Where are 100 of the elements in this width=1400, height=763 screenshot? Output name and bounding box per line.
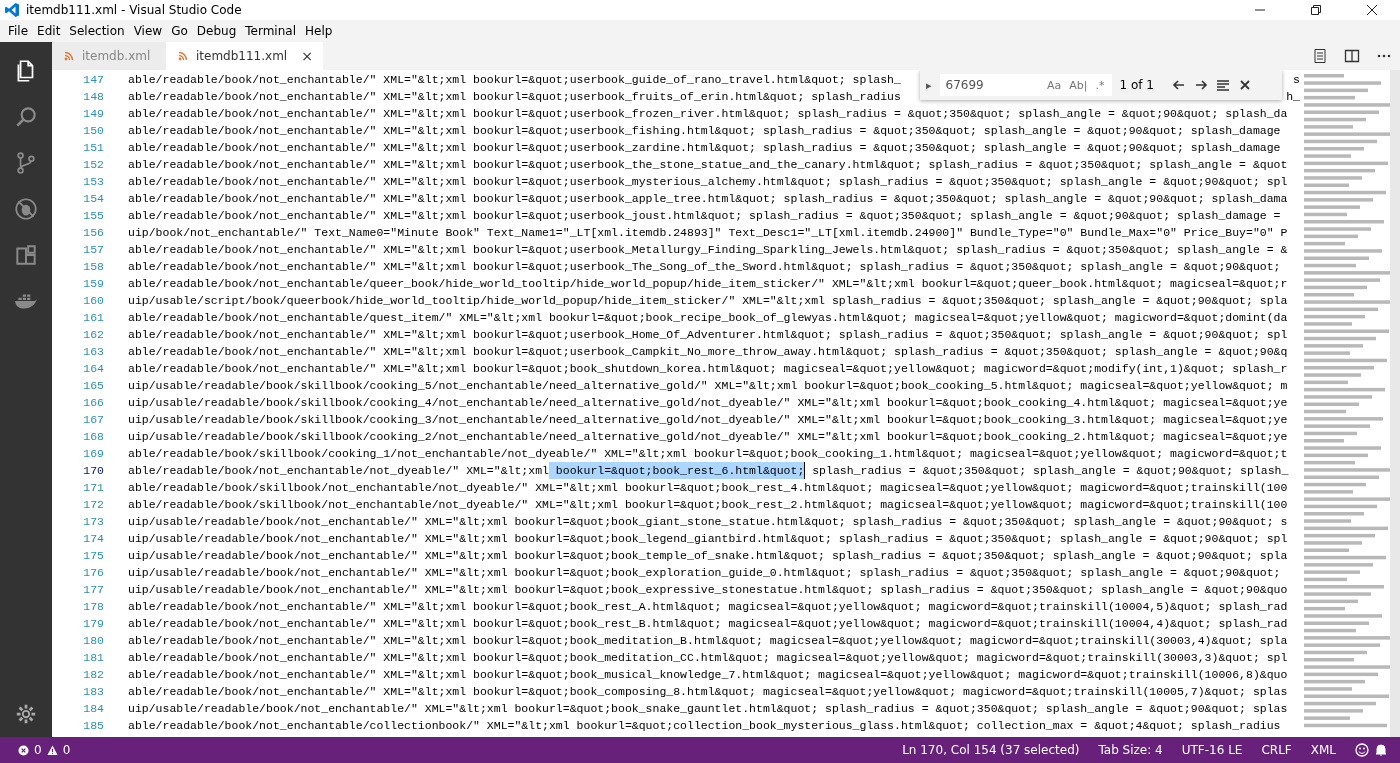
code-text: able/readable/book/not_enchantable/" XML="&lt;xml bookurl=&quot;userbook_The_Song_of_the_Sword.html&quot; splash_radius = &quot;350&quot; splash_angle = &quot;90&quot; — [128, 259, 1281, 275]
menu-item[interactable]: Edit — [37, 24, 61, 38]
rss-icon — [64, 51, 74, 61]
line-number: 165 — [82, 378, 104, 394]
line-number: 151 — [82, 140, 104, 156]
vscode-logo-icon — [4, 2, 20, 18]
line-number: 168 — [82, 429, 104, 445]
code-text: uip/usable/readable/book/skillbook/cooking_3/not_enchantable/need_alternative_gold/not_dyeable/" XML="&lt;xml bookurl=&quot;book_cooking_3.html&quot; magicseal=&quot;ye — [128, 412, 1288, 428]
regex-toggle[interactable]: .* — [1094, 78, 1106, 92]
close-tab-button[interactable]: × — [301, 48, 313, 64]
code-text: uip/usable/readable/book/not_enchantable/" XML="&lt;xml bookurl=&quot;book_snake_gauntlet.html&quot; splash_radius = &quot;350&quot; splash_angle = &quot;90&quot; splas — [128, 701, 1288, 717]
line-number: 170 — [82, 463, 104, 479]
code-text: splash_radius = &quot;350&quot; splash_angle = &quot;90&quot; splash_ — [811, 463, 1289, 479]
code-text: able/readable/book/not_enchantable/" XML="&lt;xml bookurl=&quot;book_meditation_B.html&quot; magicseal=&quot;yellow&quot; magicword=&quot;trainskill(30003,4)&quot; spla — [128, 633, 1288, 649]
code-text: able/readable/book/skillbook/cooking_1/not_enchantable/not_dyeable/" XML="&lt;xml bookurl=&quot;book_cooking_1.html&quot; magicseal=&quot;yellow&quot; magicword=&quot;t — [128, 446, 1288, 462]
editor-tab[interactable]: itemdb111.xml × — [166, 42, 323, 70]
match-count: 1 of 1 — [1119, 78, 1154, 92]
close-icon[interactable] — [1367, 5, 1377, 15]
code-text: uip/usable/readable/book/not_enchantable/" XML="&lt;xml bookurl=&quot;book_exploration_guide_0.html&quot; splash_radius = &quot;350&quot; splash_angle = &quot;90&quot; — [128, 565, 1281, 581]
code-text: able/readable/book/not_enchantable/not_dyeable/" XML="&lt;xml — [128, 463, 549, 479]
selected-text: bookurl=&quot;book_rest_6.html&quot; — [548, 462, 805, 479]
line-number: 176 — [82, 565, 104, 581]
expand-caret-icon[interactable]: ▸ — [926, 78, 932, 92]
menu-item[interactable]: File — [8, 24, 29, 38]
code-text: able/readable/book/not_enchantable/" XML="&lt;xml bookurl=&quot;userbook_Campkit_No_more_throw_away.html&quot; splash_radius = &quot;350&quot; splash_angle = &quot;90&q — [128, 344, 1288, 360]
code-text: able/readable/book/not_enchantable/collectionbook/" XML="&lt;xml bookurl=&quot;collection_book_mysterious_glass.html&quot; collection_max = &quot;4&quot; splash_radius — [128, 718, 1281, 734]
find-field[interactable]: 67699 Aa Ab| .* — [939, 74, 1112, 96]
code-text: uip/usable/readable/book/not_enchantable/" XML="&lt;xml bookurl=&quot;book_legend_giantbird.html&quot; splash_radius = &quot;350&quot; splash_angle = &quot;90&quot; spl — [128, 531, 1288, 547]
smiley-icon[interactable] — [1355, 743, 1369, 757]
code-text: able/readable/book/not_enchantable/" XML="&lt;xml bookurl=&quot;book_rest_A.html&quot; magicseal=&quot;yellow&quot; magicword=&quot;trainskill(10004,5)&quot; splash_rad — [128, 599, 1288, 615]
line-number: 163 — [82, 344, 104, 360]
line-ending[interactable]: CRLF — [1261, 743, 1292, 757]
split-editor-icon[interactable] — [1344, 48, 1360, 64]
line-number: 167 — [82, 412, 104, 428]
line-number: 148 — [82, 89, 104, 105]
line-number: 171 — [82, 480, 104, 496]
line-number: 185 — [82, 718, 104, 734]
code-text: uip/usable/readable/book/skillbook/cooking_5/not_enchantable/need_alternative_gold/" XML="&lt;xml bookurl=&quot;book_cooking_5.html&quot; magicseal=&quot;yellow&quot; m — [128, 378, 1288, 394]
error-icon[interactable] — [18, 744, 29, 756]
whole-word-toggle[interactable]: Ab| — [1068, 78, 1089, 92]
line-number: 153 — [82, 174, 104, 190]
line-number: 158 — [82, 259, 104, 275]
line-number: 183 — [82, 684, 104, 700]
code-text: uip/usable/readable/book/skillbook/cooking_2/not_enchantable/need_alternative_gold/not_dyeable/" XML="&lt;xml bookurl=&quot;book_cooking_2.html&quot; magicseal=&quot;ye — [128, 429, 1288, 445]
line-number: 178 — [82, 599, 104, 615]
code-text: able/readable/book/not_enchantable/" XML="&lt;xml bookurl=&quot;userbook_frozen_river.html&quot; splash_radius = &quot;350&quot; splash_angle = &quot;90&quot; splash_da — [128, 106, 1288, 122]
menu-item[interactable]: Debug — [196, 24, 237, 38]
bell-icon[interactable] — [1374, 743, 1388, 757]
code-text: able/readable/book/not_enchantable/" XML="&lt;xml bookurl=&quot;userbook_zardine.html&quot; splash_radius = &quot;350&quot; splash_angle = &quot;90&quot; splash_damage — [128, 140, 1281, 156]
line-number: 164 — [82, 361, 104, 377]
cursor-position[interactable]: Ln 170, Col 154 (37 selected) — [902, 743, 1080, 757]
menu-item[interactable]: Go — [171, 24, 188, 38]
code-text: s — [1293, 72, 1300, 88]
find-in-selection-icon[interactable] — [1216, 78, 1230, 92]
code-text: able/readable/book/skillbook/not_enchantable/not_dyeable/" XML="&lt;xml bookurl=&quot;book_rest_4.html&quot; magicseal=&quot;yellow&quot; magicword=&quot;trainskill(100 — [128, 480, 1288, 496]
line-number: 150 — [82, 123, 104, 139]
line-number: 149 — [82, 106, 104, 122]
line-number: 166 — [82, 395, 104, 411]
tab-size[interactable]: Tab Size: 4 — [1098, 743, 1163, 757]
line-number: 161 — [82, 310, 104, 326]
line-number: 147 — [82, 72, 104, 88]
match-case-toggle[interactable]: Aa — [1046, 78, 1063, 92]
next-match-icon[interactable] — [1194, 78, 1208, 92]
line-number: 172 — [82, 497, 104, 513]
code-text: able/readable/book/not_enchantable/" XML="&lt;xml bookurl=&quot;userbook_fruits_of_erin.html&quot; splash_radius — [128, 89, 901, 105]
menu-item[interactable]: Help — [304, 24, 333, 38]
code-text: able/readable/book/not_enchantable/" XML="&lt;xml bookurl=&quot;userbook_Metallurgy_Finding_Sparkling_Jewels.html&quot; splash_radius = &quot;350&quot; splash_angle = & — [128, 242, 1288, 258]
menu-item[interactable]: Selection — [69, 24, 125, 38]
menu-item[interactable]: View — [133, 24, 163, 38]
close-icon[interactable] — [1238, 78, 1252, 92]
code-text: able/readable/book/not_enchantable/" XML="&lt;xml bookurl=&quot;userbook_Home_Of_Adventurer.html&quot; splash_radius = &quot;350&quot; splash_angle = &quot;90&quot; spl — [128, 327, 1288, 343]
code-text: able/readable/book/not_enchantable/" XML="&lt;xml bookurl=&quot;userbook_joust.html&quot; splash_radius = &quot;350&quot; splash_angle = &quot;90&quot; splash_damage = — [128, 208, 1281, 224]
code-text: able/readable/book/not_enchantable/" XML="&lt;xml bookurl=&quot;userbook_fishing.html&quot; splash_radius = &quot;350&quot; splash_angle = &quot;90&quot; splash_damage — [128, 123, 1281, 139]
rss-icon — [178, 51, 188, 61]
language-mode[interactable]: XML — [1310, 743, 1336, 757]
settings-icon[interactable] — [15, 703, 37, 725]
line-number: 155 — [82, 208, 104, 224]
line-number: 179 — [82, 616, 104, 632]
code-text: uip/usable/readable/book/not_enchantable/" XML="&lt;xml bookurl=&quot;book_expressive_stonestatue.html&quot; splash_radius = &quot;350&quot; splash_angle = &quot;90&quo — [128, 582, 1288, 598]
code-text: able/readable/book/not_enchantable/" XML="&lt;xml bookurl=&quot;userbook_guide_of_rano_travel.html&quot; splash_ — [128, 72, 901, 88]
code-text: able/readable/book/not_enchantable/" XML="&lt;xml bookurl=&quot;book_rest_B.html&quot; magicseal=&quot;yellow&quot; magicword=&quot;trainskill(10004,4)&quot; splash_rad — [128, 616, 1288, 632]
code-text: uip/usable/readable/book/not_enchantable/" XML="&lt;xml bookurl=&quot;book_giant_stone_statue.html&quot; splash_radius = &quot;350&quot; splash_angle = &quot;90&quot; s — [128, 514, 1288, 530]
code-text: able/readable/book/not_enchantable/quest_item/" XML="&lt;xml bookurl=&quot;book_recipe_book_of_glewyas.html&quot; magicseal=&quot;yellow&quot; magicword=&quot;domint(da — [128, 310, 1288, 326]
line-number: 174 — [82, 531, 104, 547]
error-count[interactable]: 0 — [34, 743, 42, 757]
menu-item[interactable]: Terminal — [245, 24, 296, 38]
line-number: 159 — [82, 276, 104, 292]
preview-icon[interactable] — [1312, 48, 1328, 64]
code-text: able/readable/book/skillbook/not_enchantable/not_dyeable/" XML="&lt;xml bookurl=&quot;book_rest_2.html&quot; magicseal=&quot;yellow&quot; magicword=&quot;trainskill(100 — [128, 497, 1288, 513]
window-title: itemdb111.xml - Visual Studio Code — [26, 3, 242, 17]
line-number: 162 — [82, 327, 104, 343]
warning-icon[interactable] — [46, 744, 58, 756]
line-number: 154 — [82, 191, 104, 207]
encoding[interactable]: UTF-16 LE — [1181, 743, 1243, 757]
line-number: 173 — [82, 514, 104, 530]
restore-icon[interactable] — [1311, 5, 1321, 15]
warning-count[interactable]: 0 — [62, 743, 71, 757]
previous-match-icon[interactable] — [1172, 78, 1186, 92]
code-text: able/readable/book/not_enchantable/" XML="&lt;xml bookurl=&quot;book_meditation_CC.html&quot; magicseal=&quot;yellow&quot; magicword=&quot;trainskill(30003,3)&quot; spl — [128, 650, 1288, 666]
code-text: able/readable/book/not_enchantable/" XML="&lt;xml bookurl=&quot;userbook_apple_tree.html&quot; splash_radius = &quot;350&quot; splash_angle = &quot;90&quot; splash_dama — [128, 191, 1288, 207]
